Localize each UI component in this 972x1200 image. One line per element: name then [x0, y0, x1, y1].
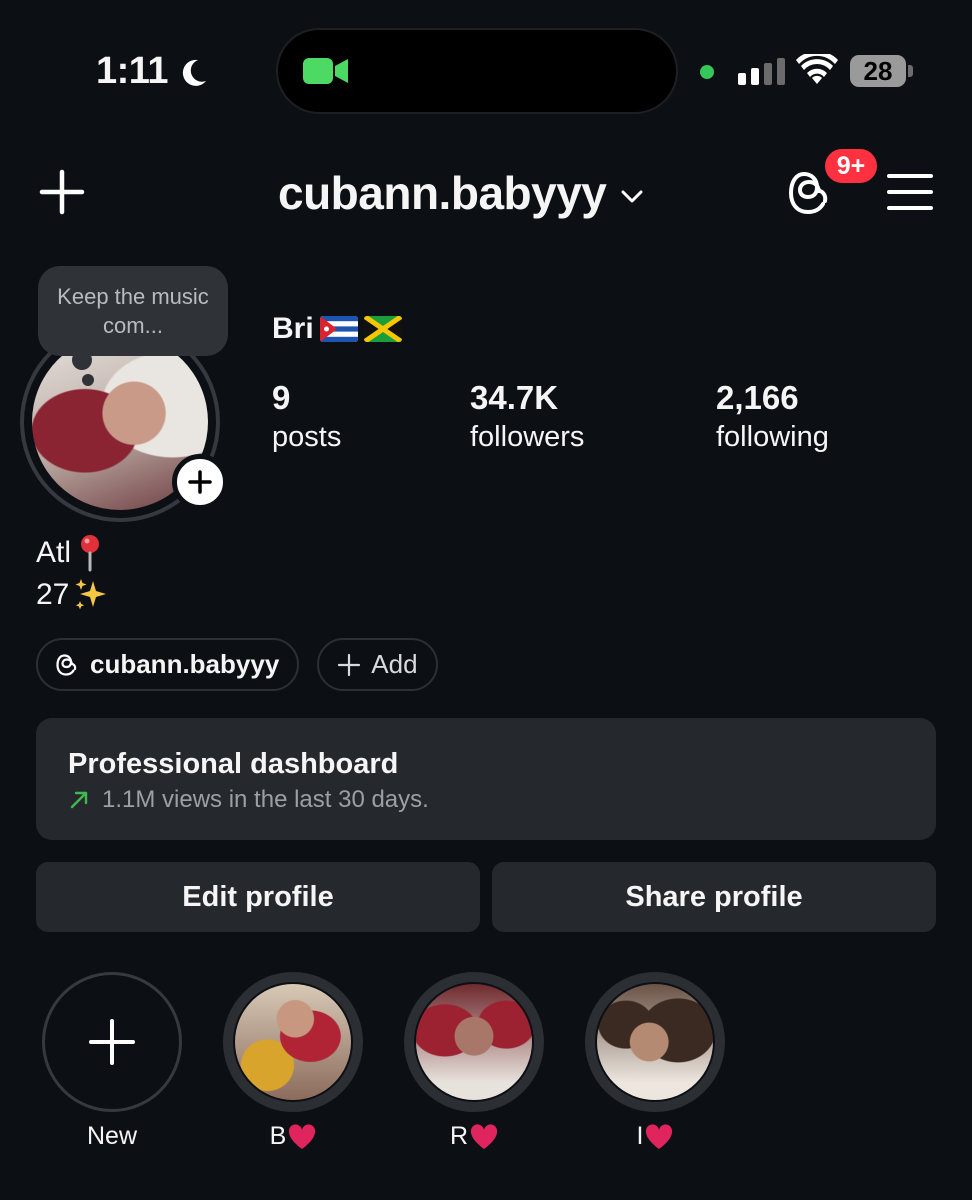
plus-icon — [188, 470, 212, 494]
add-story-button[interactable] — [172, 454, 228, 510]
professional-dashboard-card[interactable]: Professional dashboard 1.1M views in the… — [36, 718, 936, 840]
stat-following[interactable]: 2,166 following — [716, 378, 829, 456]
facetime-camera-icon — [303, 58, 348, 84]
stat-label: posts — [272, 421, 342, 453]
status-bar: 1:11 28 — [0, 0, 972, 140]
profile-link-chips: cubann.babyyy Add — [36, 638, 438, 691]
highlight-b[interactable]: B — [223, 972, 363, 1151]
clock: 1:11 — [96, 50, 210, 93]
menu-icon[interactable] — [886, 172, 934, 212]
red-heart-icon — [646, 1123, 673, 1149]
account-switcher[interactable]: cubann.babyyy — [278, 166, 644, 220]
bio-line-text: 27 — [36, 578, 70, 611]
battery-nub — [908, 65, 913, 77]
note-text: Keep the music com... — [57, 284, 209, 338]
red-heart-icon — [470, 1123, 498, 1149]
chevron-down-icon — [621, 190, 643, 203]
clock-time: 1:11 — [96, 50, 168, 92]
highlight-r[interactable]: R — [404, 972, 544, 1151]
red-heart-icon — [289, 1123, 316, 1149]
round-pushpin-icon — [81, 535, 100, 572]
signal-bars-icon — [738, 57, 785, 85]
threads-link-chip[interactable]: cubann.babyyy — [36, 638, 300, 691]
threads-handle: cubann.babyyy — [90, 649, 280, 679]
sparkles-icon — [75, 579, 107, 610]
note-bubble[interactable]: Keep the music com... — [38, 266, 228, 356]
share-profile-label: Share profile — [625, 880, 803, 913]
notification-badge: 9+ — [822, 146, 880, 186]
bio-line-text: Atl — [36, 536, 72, 569]
bio: Atl 27 — [36, 532, 111, 616]
dashboard-subtitle: 1.1M views in the last 30 days. — [68, 786, 904, 814]
green-dot-indicator — [700, 65, 714, 79]
display-name: Bri — [272, 312, 402, 346]
plus-icon[interactable] — [38, 168, 86, 216]
highlight-i[interactable]: I — [585, 972, 725, 1151]
highlight-label: New — [42, 1122, 182, 1151]
stat-posts[interactable]: 9 posts — [272, 378, 341, 456]
plus-icon — [338, 653, 361, 676]
highlight-label: B — [223, 1122, 363, 1151]
highlight-label-text: New — [86, 1122, 137, 1150]
highlight-label-text: R — [449, 1122, 469, 1150]
jamaica-flag-icon — [363, 316, 402, 342]
add-link-label: Add — [371, 649, 418, 679]
cuba-flag-icon — [319, 316, 358, 342]
notification-count: 9+ — [836, 151, 866, 180]
highlight-label-text: I — [636, 1122, 644, 1150]
highlight-label: R — [404, 1122, 544, 1151]
share-profile-button[interactable]: Share profile — [492, 862, 936, 932]
note-bubble-tail — [72, 350, 92, 370]
stat-value: 2,166 — [716, 379, 799, 416]
stat-followers[interactable]: 34.7K followers — [470, 378, 584, 456]
trending-up-arrow-icon — [70, 791, 88, 809]
dashboard-title: Professional dashboard — [68, 748, 399, 780]
wifi-icon — [796, 54, 838, 84]
battery-level: 28 — [863, 55, 893, 86]
stat-label: following — [716, 421, 829, 453]
highlight-cover-image — [235, 984, 351, 1100]
highlight-ring — [223, 972, 363, 1112]
bio-line: 27 — [36, 574, 111, 616]
threads-icon — [56, 653, 77, 676]
highlight-cover-image — [597, 984, 713, 1100]
battery-icon: 28 — [850, 55, 906, 87]
moon-icon — [182, 59, 206, 86]
highlight-label: I — [585, 1122, 725, 1151]
note-bubble-tail-small — [82, 374, 94, 386]
stat-value: 9 — [272, 379, 291, 416]
highlight-label-text: B — [269, 1122, 287, 1150]
edit-profile-button[interactable]: Edit profile — [36, 862, 480, 932]
plus-icon — [89, 1019, 135, 1065]
highlight-ring — [585, 972, 725, 1112]
edit-profile-label: Edit profile — [182, 880, 334, 913]
username-title: cubann.babyyy — [278, 167, 607, 219]
display-name-text: Bri — [272, 312, 314, 345]
dashboard-views-text: 1.1M views in the last 30 days. — [102, 786, 429, 813]
stat-label: followers — [470, 421, 585, 453]
highlight-ring — [404, 972, 544, 1112]
highlight-new[interactable]: New — [42, 972, 182, 1151]
bio-line: Atl — [36, 532, 111, 574]
highlight-cover-image — [416, 984, 532, 1100]
add-link-chip[interactable]: Add — [317, 638, 438, 691]
stat-value: 34.7K — [470, 379, 559, 416]
highlight-ring — [42, 972, 182, 1112]
